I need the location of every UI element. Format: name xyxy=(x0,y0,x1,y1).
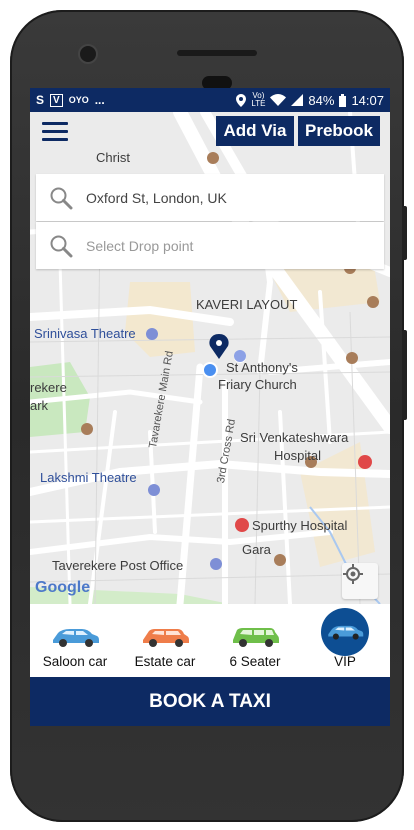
pickup-field[interactable]: Oxford St, London, UK xyxy=(36,174,384,221)
vip-car-icon xyxy=(328,625,364,640)
status-icon-more: ... xyxy=(94,93,105,107)
vehicle-selector: Saloon car Estate car 6 Seater VIP xyxy=(30,604,390,677)
status-icon-oyo: OYO xyxy=(68,95,89,105)
map-label-st-anthony-1: St Anthony's xyxy=(226,360,298,375)
vehicle-label: Estate car xyxy=(134,654,196,669)
crosshair-icon xyxy=(343,564,363,584)
vip-selected-circle xyxy=(321,608,369,656)
volume-button xyxy=(402,206,407,260)
my-location-button[interactable] xyxy=(342,563,378,599)
vehicle-label: Saloon car xyxy=(42,654,108,669)
drop-field[interactable]: Select Drop point xyxy=(36,222,384,269)
drop-placeholder: Select Drop point xyxy=(86,237,194,254)
map-label-rekere: rekere xyxy=(30,380,67,395)
menu-bar xyxy=(42,122,68,125)
wifi-icon xyxy=(270,94,287,106)
vehicle-estate[interactable]: Estate car xyxy=(120,604,210,677)
menu-button[interactable] xyxy=(42,122,68,142)
vehicle-6-seater[interactable]: 6 Seater xyxy=(210,604,300,677)
menu-bar xyxy=(42,138,68,141)
book-taxi-button[interactable]: BOOK A TAXI xyxy=(30,677,390,726)
map-label-gara: Gara xyxy=(242,542,271,557)
search-icon xyxy=(50,235,73,257)
map-label-post-office: Taverekere Post Office xyxy=(52,558,184,573)
map-label-st-anthony-2: Friary Church xyxy=(218,377,297,392)
battery-icon xyxy=(339,93,347,107)
map-label-kaveri: KAVERI LAYOUT xyxy=(196,297,298,312)
map-label-ark: ark xyxy=(30,398,49,413)
map-label-srinivasa: Srinivasa Theatre xyxy=(34,326,136,341)
battery-percent: 84% xyxy=(308,92,335,108)
google-logo: Google xyxy=(35,579,91,596)
signal-icon xyxy=(291,94,304,106)
six-seater-icon xyxy=(233,628,279,647)
power-button xyxy=(402,330,407,420)
prebook-button[interactable]: Prebook xyxy=(298,116,380,146)
volte-icon: Vo) LTE xyxy=(251,91,266,108)
add-via-button[interactable]: Add Via xyxy=(216,116,294,146)
estate-car-icon xyxy=(143,629,189,647)
map-label-spurthy: Spurthy Hospital xyxy=(252,518,348,533)
search-icon xyxy=(50,187,73,209)
speaker-grill xyxy=(177,50,257,56)
menu-bar xyxy=(42,130,68,133)
map-label-lakshmi: Lakshmi Theatre xyxy=(40,470,137,485)
app-screen: S V OYO ... Vo) LTE 84% 14:07 Christ KAV… xyxy=(30,88,390,726)
map-label-sri-venkat-2: Hospital xyxy=(274,448,321,463)
saloon-car-icon xyxy=(53,629,99,647)
vehicle-vip[interactable]: VIP xyxy=(300,604,390,677)
front-camera xyxy=(78,44,98,64)
map-label-sri-venkat-1: Sri Venkateshwara xyxy=(240,430,349,445)
status-bar: S V OYO ... Vo) LTE 84% 14:07 xyxy=(30,88,390,112)
pickup-value: Oxford St, London, UK xyxy=(86,189,227,206)
status-icon-v: V xyxy=(50,93,63,107)
vehicle-saloon[interactable]: Saloon car xyxy=(30,604,120,677)
vehicle-label: VIP xyxy=(334,654,356,669)
clock-time: 14:07 xyxy=(351,92,384,108)
vehicle-label: 6 Seater xyxy=(229,654,281,669)
map-label-christ: Christ xyxy=(96,150,130,165)
status-icon-s: S xyxy=(36,93,45,107)
location-icon xyxy=(236,93,247,107)
